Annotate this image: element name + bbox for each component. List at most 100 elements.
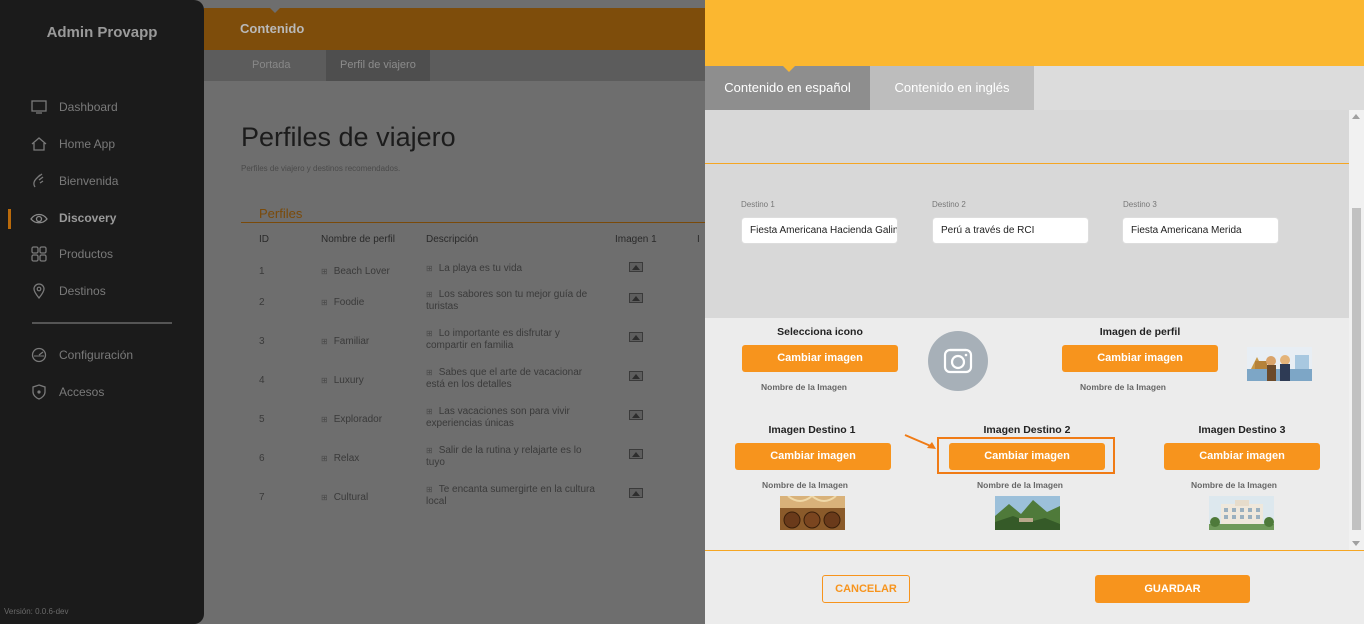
save-button[interactable]: GUARDAR bbox=[1095, 575, 1250, 603]
dest1-image-title: Imagen Destino 1 bbox=[768, 424, 856, 436]
description-text: Las vacaciones son para vivir experienci… bbox=[426, 406, 570, 429]
image-icon[interactable] bbox=[629, 371, 643, 381]
grid-icon bbox=[30, 246, 48, 262]
hand-wave-icon bbox=[30, 173, 48, 189]
dest3-image-name: Nombre de la Imagen bbox=[1191, 480, 1277, 490]
drag-handle-icon: ⊞ bbox=[426, 290, 433, 299]
cell-id: 6 bbox=[259, 453, 265, 464]
arrow-annotation-icon bbox=[904, 434, 936, 449]
change-profile-image-button[interactable]: Cambiar imagen bbox=[1062, 345, 1218, 372]
profile-name-text: Explorador bbox=[333, 414, 383, 425]
destino-1-input[interactable]: Fiesta Americana Hacienda Galindo bbox=[741, 217, 898, 244]
sidebar-item-configuracion[interactable]: Configuración bbox=[30, 344, 133, 366]
cell-description: ⊞ Salir de la rutina y relajarte es lo tu… bbox=[426, 445, 601, 469]
profile-name-text: Foodie bbox=[333, 297, 365, 308]
destino-3-input[interactable]: Fiesta Americana Merida bbox=[1122, 217, 1279, 244]
sidebar-item-label: Productos bbox=[59, 247, 114, 261]
sidebar-item-label: Dashboard bbox=[59, 100, 118, 114]
shield-icon bbox=[30, 384, 48, 400]
drag-handle-icon: ⊞ bbox=[321, 493, 328, 502]
sidebar-item-bienvenida[interactable]: Bienvenida bbox=[30, 170, 118, 192]
scroll-up-icon[interactable] bbox=[1352, 114, 1360, 119]
cell-profile-name: ⊞ Foodie bbox=[321, 297, 364, 309]
tab-contenido-espanol[interactable]: Contenido en español bbox=[705, 66, 870, 110]
drag-handle-icon: ⊞ bbox=[321, 267, 328, 276]
eye-icon bbox=[30, 210, 48, 226]
sidebar-item-productos[interactable]: Productos bbox=[30, 243, 113, 265]
sidebar-item-home-app[interactable]: Home App bbox=[30, 133, 115, 155]
drag-handle-icon: ⊞ bbox=[426, 485, 433, 494]
camera-icon[interactable] bbox=[928, 331, 988, 391]
image-icon[interactable] bbox=[629, 293, 643, 303]
page-subtitle: Perfiles de viajero y destinos recomenda… bbox=[241, 164, 401, 173]
tab-contenido-ingles[interactable]: Contenido en inglés bbox=[870, 66, 1034, 110]
destino-3-label: Destino 3 bbox=[1123, 200, 1157, 209]
scroll-down-icon[interactable] bbox=[1352, 541, 1360, 546]
image-icon[interactable] bbox=[629, 262, 643, 272]
top-band bbox=[705, 110, 1349, 163]
drag-handle-icon: ⊞ bbox=[426, 446, 433, 455]
panel-header bbox=[705, 0, 1364, 66]
dest3-image-title: Imagen Destino 3 bbox=[1198, 424, 1286, 436]
cell-description: ⊞ Sabes que el arte de vacacionar está en… bbox=[426, 367, 601, 391]
dest2-image-title: Imagen Destino 2 bbox=[983, 424, 1071, 436]
cell-profile-name: ⊞ Luxury bbox=[321, 375, 364, 387]
dest1-image-thumbnail bbox=[780, 496, 845, 530]
drag-handle-icon: ⊞ bbox=[426, 329, 433, 338]
destino-2-input[interactable]: Perú a través de RCI bbox=[932, 217, 1089, 244]
change-dest1-image-button[interactable]: Cambiar imagen bbox=[735, 443, 891, 470]
main-content: Contenido Portada Perfil de viajero Perf… bbox=[204, 0, 705, 624]
panel-scrollbar[interactable] bbox=[1349, 110, 1364, 550]
sidebar-divider bbox=[32, 322, 172, 324]
version-label: Versión: 0.0.6-dev bbox=[4, 607, 69, 616]
cell-profile-name: ⊞ Relax bbox=[321, 453, 359, 465]
location-pin-icon bbox=[30, 283, 48, 299]
profile-name-text: Luxury bbox=[333, 375, 364, 386]
brand-title: Admin Provapp bbox=[46, 24, 158, 41]
description-text: Salir de la rutina y relajarte es lo tuy… bbox=[426, 445, 582, 468]
cell-description: ⊞ Las vacaciones son para vivir experienc… bbox=[426, 406, 601, 430]
change-dest3-image-button[interactable]: Cambiar imagen bbox=[1164, 443, 1320, 470]
profile-image-thumbnail bbox=[1247, 347, 1312, 381]
sidebar-item-label: Accesos bbox=[59, 385, 105, 399]
drag-handle-icon: ⊞ bbox=[321, 415, 328, 424]
scrollbar-thumb[interactable] bbox=[1352, 208, 1361, 530]
sidebar-item-label: Home App bbox=[59, 137, 116, 151]
sidebar-item-label: Bienvenida bbox=[59, 174, 119, 188]
drag-handle-icon: ⊞ bbox=[321, 454, 328, 463]
sidebar-item-dashboard[interactable]: Dashboard bbox=[30, 96, 118, 118]
cell-id: 3 bbox=[259, 336, 265, 347]
drag-handle-icon: ⊞ bbox=[321, 376, 328, 385]
cell-id: 1 bbox=[259, 266, 265, 277]
tab-perfil-de-viajero[interactable]: Perfil de viajero bbox=[326, 50, 430, 81]
image-icon[interactable] bbox=[629, 488, 643, 498]
cancel-button[interactable]: CANCELAR bbox=[822, 575, 910, 603]
sidebar-item-label: Discovery bbox=[59, 211, 117, 225]
description-text: Lo importante es disfrutar y compartir e… bbox=[426, 328, 560, 351]
description-text: Te encanta sumergirte en la cultura loca… bbox=[426, 484, 595, 507]
change-icon-button[interactable]: Cambiar imagen bbox=[742, 345, 898, 372]
main-header: Contenido bbox=[204, 8, 705, 50]
column-header-image1: Imagen 1 bbox=[615, 234, 657, 245]
image-icon[interactable] bbox=[629, 410, 643, 420]
header-caret bbox=[270, 8, 280, 13]
description-text: Los sabores son tu mejor guía de turista… bbox=[426, 289, 588, 312]
footer-divider bbox=[705, 550, 1364, 551]
sidebar-item-accesos[interactable]: Accesos bbox=[30, 381, 104, 403]
tab-portada[interactable]: Portada bbox=[238, 50, 305, 81]
panel-scroll-area: Destino 1 Destino 2 Destino 3 Fiesta Ame… bbox=[705, 110, 1364, 550]
select-icon-title: Selecciona icono bbox=[777, 326, 863, 338]
sidebar-item-destinos[interactable]: Destinos bbox=[30, 280, 106, 302]
description-text: Sabes que el arte de vacacionar está en … bbox=[426, 367, 583, 390]
sidebar-item-label: Configuración bbox=[59, 348, 134, 362]
dest2-image-thumbnail bbox=[995, 496, 1060, 530]
profile-name-text: Relax bbox=[333, 453, 360, 464]
cell-description: ⊞ Te encanta sumergirte en la cultura loc… bbox=[426, 484, 601, 508]
image-icon[interactable] bbox=[629, 332, 643, 342]
sidebar: Admin Provapp Dashboard Home App Bienven… bbox=[0, 0, 204, 624]
header-title: Contenido bbox=[240, 21, 305, 36]
description-text: La playa es tu vida bbox=[438, 263, 523, 274]
image-icon[interactable] bbox=[629, 449, 643, 459]
sidebar-item-discovery[interactable]: Discovery bbox=[30, 207, 116, 229]
edit-panel: Contenido en español Contenido en inglés… bbox=[705, 0, 1364, 624]
